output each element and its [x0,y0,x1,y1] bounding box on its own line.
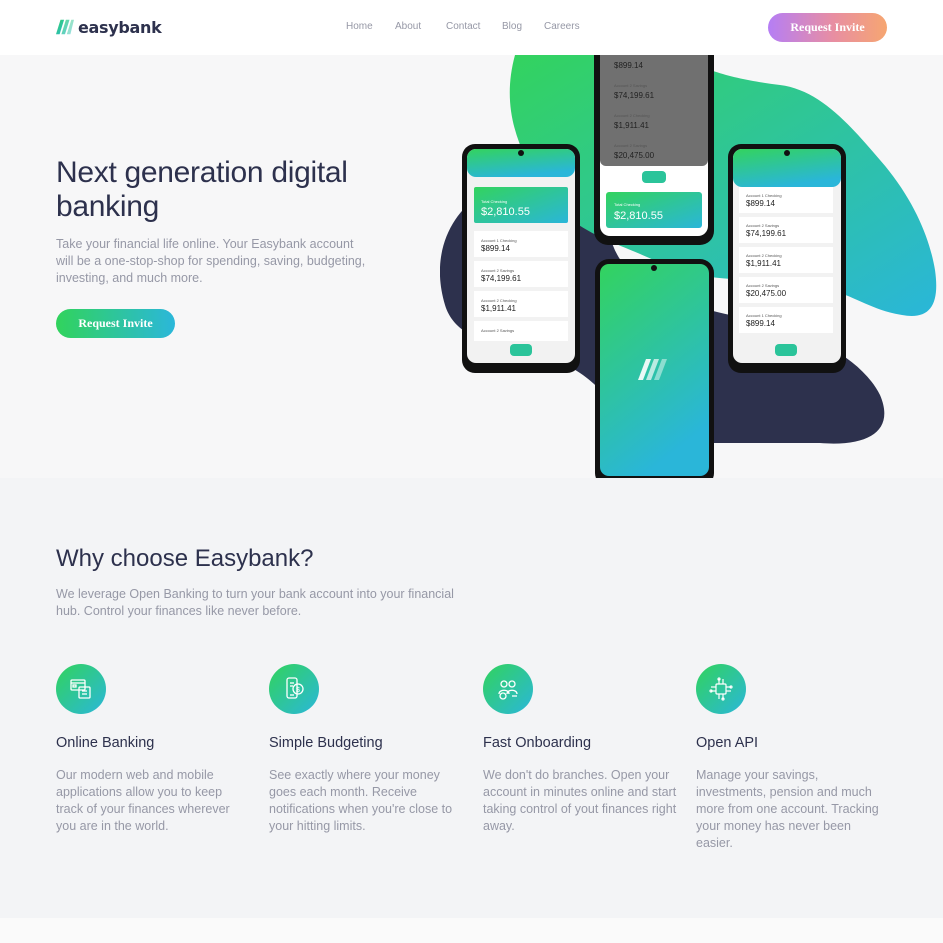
budgeting-icon: $ [269,664,319,714]
onboarding-icon [483,664,533,714]
hero-section: Next generation digital banking Take you… [0,55,943,478]
top-acc-amt-2: $74,199.61 [614,91,655,100]
right-acc-amt-1: $899.14 [746,199,775,208]
right-acc-amt-5: $899.14 [746,319,775,328]
page-bottom-strip [0,918,943,943]
left-total-label: Total Checking [481,199,507,204]
nav-careers[interactable]: Careers [544,21,580,32]
top-acc-amt-3: $1,911.41 [614,121,650,130]
feature-open-api: Open API Manage your savings, investment… [696,664,891,852]
nav-home[interactable]: Home [346,21,374,32]
header-request-invite-button[interactable]: Request Invite [768,13,887,42]
feature-online-banking: Online Banking Our modern web and mobile… [56,664,251,835]
feature-title: Online Banking [56,735,155,751]
feature-description: Manage your savings, investments, pensio… [696,768,879,850]
top-acc-lbl-2: Account 2 Savings [614,83,647,88]
site-header: easybank Home About Contact Blog Careers… [0,0,943,55]
left-acc-amt-3: $1,911.41 [481,304,517,313]
phone-top: $899.14 Account 2 Savings $74,199.61 Acc… [594,55,714,245]
right-acc-lbl-3: Account 2 Checking [746,253,782,258]
hero-title: Next generation digital banking [56,156,348,223]
nav-blog[interactable]: Blog [502,21,524,32]
feature-title: Fast Onboarding [483,735,592,751]
api-icon [696,664,746,714]
logo-mark-icon [56,19,74,35]
left-total-balance: $2,810.55 [481,206,530,218]
top-total-balance: $2,810.55 [614,210,663,222]
svg-text:$: $ [296,687,300,694]
brand-logo[interactable]: easybank [56,16,162,38]
right-acc-lbl-1: Account 1 Checking [746,193,782,198]
phone-left: Total Checking $2,810.55 Account 1 Check… [462,144,580,373]
top-acc-amt-1: $899.14 [614,61,643,70]
feature-description: Our modern web and mobile applications a… [56,768,230,833]
feature-title: Open API [696,735,759,751]
right-acc-amt-2: $74,199.61 [746,229,787,238]
features-description: We leverage Open Banking to turn your ba… [56,587,454,618]
right-acc-amt-3: $1,911.41 [746,259,782,268]
left-acc-lbl-2: Account 2 Savings [481,268,514,273]
features-section: Why choose Easybank? We leverage Open Ba… [0,478,943,918]
left-acc-lbl-1: Account 1 Checking [481,238,517,243]
right-acc-amt-4: $20,475.00 [746,289,787,298]
left-acc-lbl-4: Account 2 Savings [481,328,514,333]
hero-request-invite-button[interactable]: Request Invite [56,309,175,338]
top-acc-lbl-4: Account 2 Savings [614,143,647,148]
right-acc-lbl-4: Account 2 Savings [746,283,779,288]
phone-right: Account 1 Checking $899.14 Account 2 Sav… [728,144,846,373]
hero-description: Take your financial life online. Your Ea… [56,237,366,285]
top-acc-lbl-3: Account 2 Checking [614,113,650,118]
nav-contact[interactable]: Contact [446,21,482,32]
main-nav: Home About Contact Blog Careers [346,21,601,32]
right-acc-lbl-5: Account 1 Checking [746,313,782,318]
brand-name: easybank [78,17,162,37]
feature-simple-budgeting: $ Simple Budgeting See exactly where you… [269,664,464,835]
right-acc-lbl-2: Account 2 Savings [746,223,779,228]
top-total-label: Total Checking [614,202,640,207]
left-acc-lbl-3: Account 2 Checking [481,298,517,303]
left-acc-amt-2: $74,199.61 [481,274,522,283]
online-banking-icon [56,664,106,714]
hero-mockups-illustration: $899.14 Account 2 Savings $74,199.61 Acc… [440,55,937,478]
feature-title: Simple Budgeting [269,735,383,751]
feature-fast-onboarding: Fast Onboarding We don't do branches. Op… [483,664,678,835]
feature-description: We don't do branches. Open your account … [483,768,677,833]
nav-about[interactable]: About [395,21,427,32]
phone-center [595,259,714,478]
top-acc-amt-4: $20,475.00 [614,151,655,160]
features-title: Why choose Easybank? [56,545,314,572]
feature-description: See exactly where your money goes each m… [269,768,453,833]
left-acc-amt-1: $899.14 [481,244,510,253]
